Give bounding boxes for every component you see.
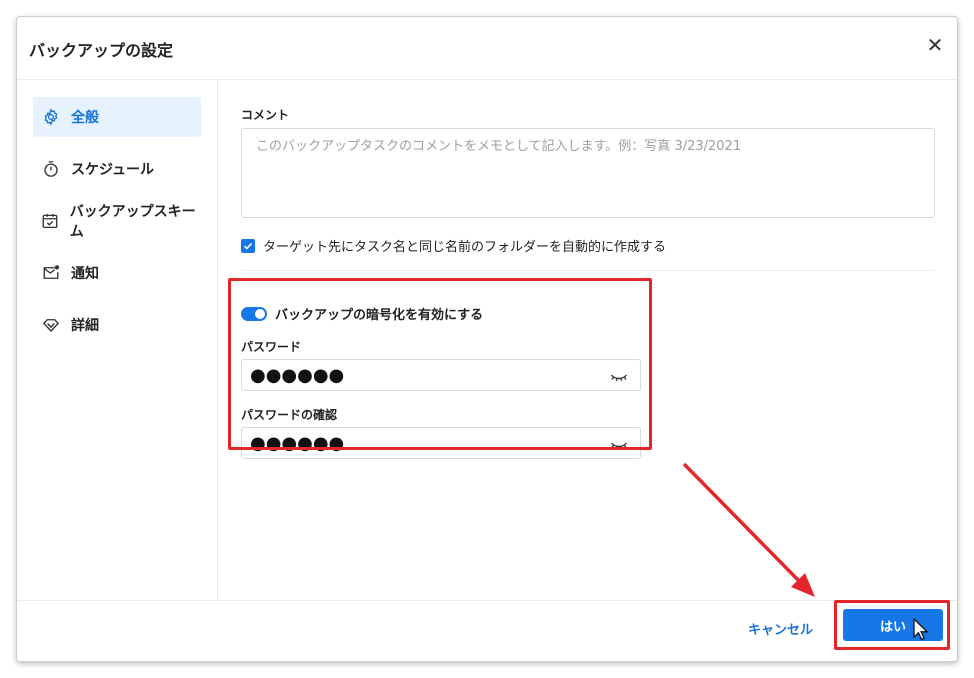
mouse-cursor-icon (913, 618, 929, 641)
sidebar-item-label: 全般 (71, 110, 99, 126)
settings-sidebar: 全般 スケジュール バックアップスキーム 通知 詳細 (17, 80, 218, 600)
sidebar-item-label: バックアップスキーム (69, 204, 196, 240)
comment-label: コメント (241, 108, 290, 122)
auto-folder-option[interactable]: ターゲット先にタスク名と同じ名前のフォルダーを自動的に作成する (241, 236, 666, 255)
dialog-titlebar: バックアップの設定 ✕ (17, 17, 957, 80)
sidebar-item-advanced[interactable]: 詳細 (33, 305, 201, 345)
diamond-icon (40, 314, 62, 336)
sidebar-item-label: 通知 (71, 266, 99, 282)
sidebar-item-general[interactable]: 全般 (33, 97, 201, 137)
auto-folder-label: ターゲット先にタスク名と同じ名前のフォルダーを自動的に作成する (263, 240, 667, 255)
encryption-highlight-annotation (228, 278, 652, 450)
cancel-button[interactable]: キャンセル (748, 619, 813, 638)
sidebar-item-backup-scheme[interactable]: バックアップスキーム (33, 201, 201, 241)
gear-icon (40, 106, 62, 128)
sidebar-item-notification[interactable]: 通知 (33, 253, 201, 293)
comment-textarea[interactable]: このバックアップタスクのコメントをメモとして記入します。例：写真 3/23/20… (241, 128, 935, 218)
auto-folder-checkbox[interactable] (241, 238, 255, 253)
close-icon[interactable]: ✕ (925, 35, 945, 55)
comment-placeholder: このバックアップタスクのコメントをメモとして記入します。例：写真 3/23/20… (256, 139, 742, 154)
section-divider (241, 270, 935, 271)
dialog-title: バックアップの設定 (29, 41, 174, 60)
sidebar-item-schedule[interactable]: スケジュール (33, 149, 201, 189)
timer-icon (40, 158, 62, 180)
sidebar-item-label: 詳細 (71, 318, 99, 334)
sidebar-item-label: スケジュール (71, 162, 155, 178)
mail-notification-icon (40, 262, 62, 284)
dialog-footer: キャンセル (17, 600, 957, 663)
calendar-check-icon (40, 210, 61, 232)
